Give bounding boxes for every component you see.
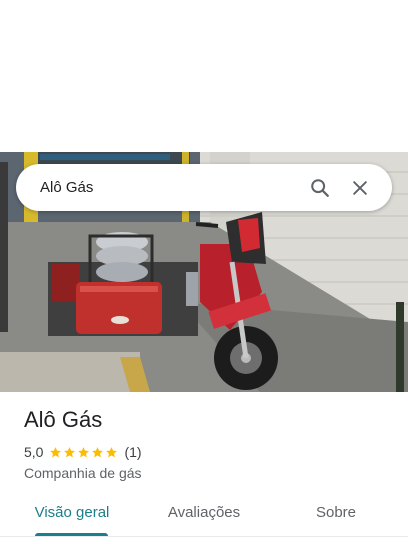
star-icon [78, 446, 90, 457]
blank-header-area [0, 0, 408, 152]
star-icon [106, 446, 118, 457]
rating-value: 5,0 [24, 444, 44, 460]
rating-row[interactable]: 5,0 (1) [24, 443, 394, 461]
search-input[interactable] [40, 172, 300, 203]
star-icon [50, 446, 62, 457]
place-name: Alô Gás [24, 407, 103, 432]
place-info: Alô Gás 5,0 (1) Companhia de gás [24, 406, 394, 481]
search-button[interactable] [300, 168, 340, 208]
tabs-divider [0, 536, 408, 537]
star-icon [64, 446, 76, 457]
tab-about[interactable]: Sobre [296, 496, 376, 536]
star-icon [92, 446, 104, 457]
review-count: (1) [124, 444, 142, 460]
star-rating [49, 446, 119, 459]
search-icon [311, 178, 329, 197]
tab-reviews[interactable]: Avaliações [152, 496, 256, 536]
place-category: Companhia de gás [24, 465, 142, 481]
place-tabs: Visão geral Avaliações Sobre [0, 496, 408, 537]
tab-overview[interactable]: Visão geral [22, 496, 122, 536]
search-bar [16, 164, 392, 211]
clear-search-button[interactable] [340, 168, 380, 208]
close-icon [353, 180, 367, 195]
